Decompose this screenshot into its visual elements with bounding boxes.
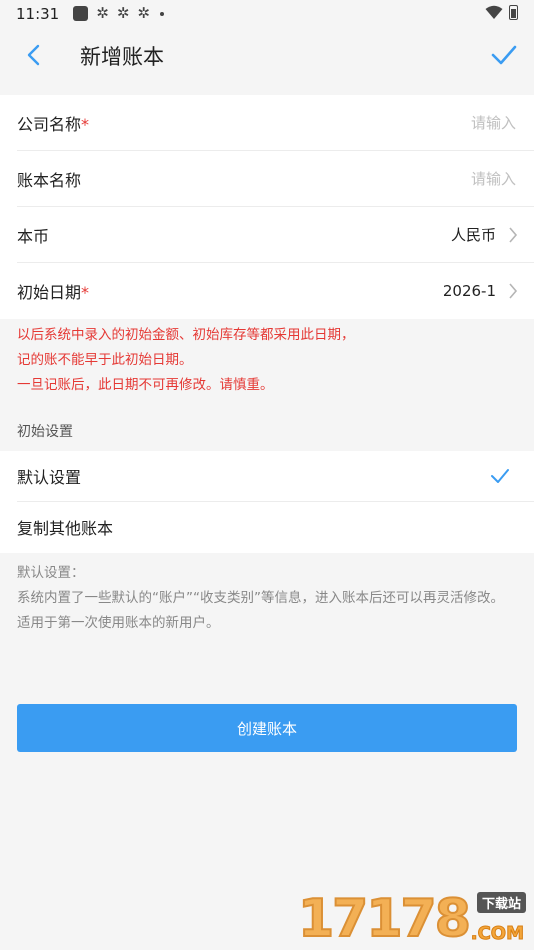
warning-line: 以后系统中录入的初始金额、初始库存等都采用此日期， xyxy=(17,327,355,343)
more-notifications-icon xyxy=(159,11,164,16)
description-line: 系统内置了一些默认的“账户”“收支类别”等信息，进入账本后还可以再灵活修改。 xyxy=(17,590,504,606)
date-warning: 以后系统中录入的初始金额、初始库存等都采用此日期， 记的账不能早于此初始日期。 … xyxy=(17,323,517,398)
company-name-row[interactable]: 公司名称* xyxy=(17,95,534,151)
settings-notification-icon: ✲ xyxy=(96,4,109,22)
chevron-right-icon xyxy=(509,226,518,243)
chevron-left-icon[interactable] xyxy=(22,42,48,68)
nav-bar: 新增账本 xyxy=(0,27,534,83)
create-book-button[interactable]: 创建账本 xyxy=(17,704,517,752)
company-name-label: 公司名称* xyxy=(17,114,90,134)
required-mark: * xyxy=(81,114,90,134)
warning-line: 记的账不能早于此初始日期。 xyxy=(17,352,193,368)
status-bar: 11:31 ✲ ✲ ✲ xyxy=(0,0,534,27)
notification-icons: ✲ ✲ ✲ xyxy=(73,6,164,21)
book-name-row[interactable]: 账本名称 xyxy=(17,151,534,207)
currency-label: 本币 xyxy=(17,226,50,246)
status-time: 11:31 xyxy=(16,4,60,23)
page-title: 新增账本 xyxy=(80,45,164,69)
warning-line: 一旦记账后，此日期不可再修改。请慎重。 xyxy=(17,377,274,393)
book-name-label: 账本名称 xyxy=(17,170,82,190)
settings-notification-icon: ✲ xyxy=(137,4,150,22)
start-date-row[interactable]: 初始日期* 2026-1 xyxy=(17,263,534,318)
chevron-right-icon xyxy=(509,282,518,299)
option-label: 默认设置 xyxy=(17,468,82,487)
section-title: 初始设置 xyxy=(17,424,73,440)
option-default-settings[interactable]: 默认设置 xyxy=(17,451,534,502)
notification-app-icon xyxy=(73,6,89,21)
book-name-input[interactable] xyxy=(354,168,518,189)
watermark-suffix: .COM xyxy=(470,923,524,945)
option-label: 复制其他账本 xyxy=(17,519,114,538)
currency-value: 人民币 xyxy=(450,226,496,244)
battery-icon xyxy=(509,5,518,20)
settings-description: 默认设置： 系统内置了一些默认的“账户”“收支类别”等信息，进入账本后还可以再灵… xyxy=(17,561,522,636)
watermark-digits: 17178 xyxy=(297,889,472,949)
company-name-input[interactable] xyxy=(354,112,518,133)
start-date-label: 初始日期* xyxy=(17,282,90,302)
wifi-icon xyxy=(485,5,503,19)
watermark-badge: 下载站 xyxy=(476,892,526,913)
check-icon[interactable] xyxy=(490,41,518,69)
form-card: 公司名称* 账本名称 本币 人民币 初始日期* 2026-1 xyxy=(0,95,534,319)
description-line: 默认设置： xyxy=(17,565,85,581)
option-copy-other-book[interactable]: 复制其他账本 xyxy=(17,502,534,552)
settings-notification-icon: ✲ xyxy=(116,4,130,22)
start-date-value: 2026-1 xyxy=(442,281,496,300)
required-mark: * xyxy=(81,282,90,302)
check-icon xyxy=(491,469,509,483)
description-line: 适用于第一次使用账本的新用户。 xyxy=(17,615,220,631)
currency-row[interactable]: 本币 人民币 xyxy=(17,207,534,263)
site-watermark: 17178 下载站 .COM xyxy=(297,889,528,949)
settings-options-card: 默认设置 复制其他账本 xyxy=(0,451,534,553)
